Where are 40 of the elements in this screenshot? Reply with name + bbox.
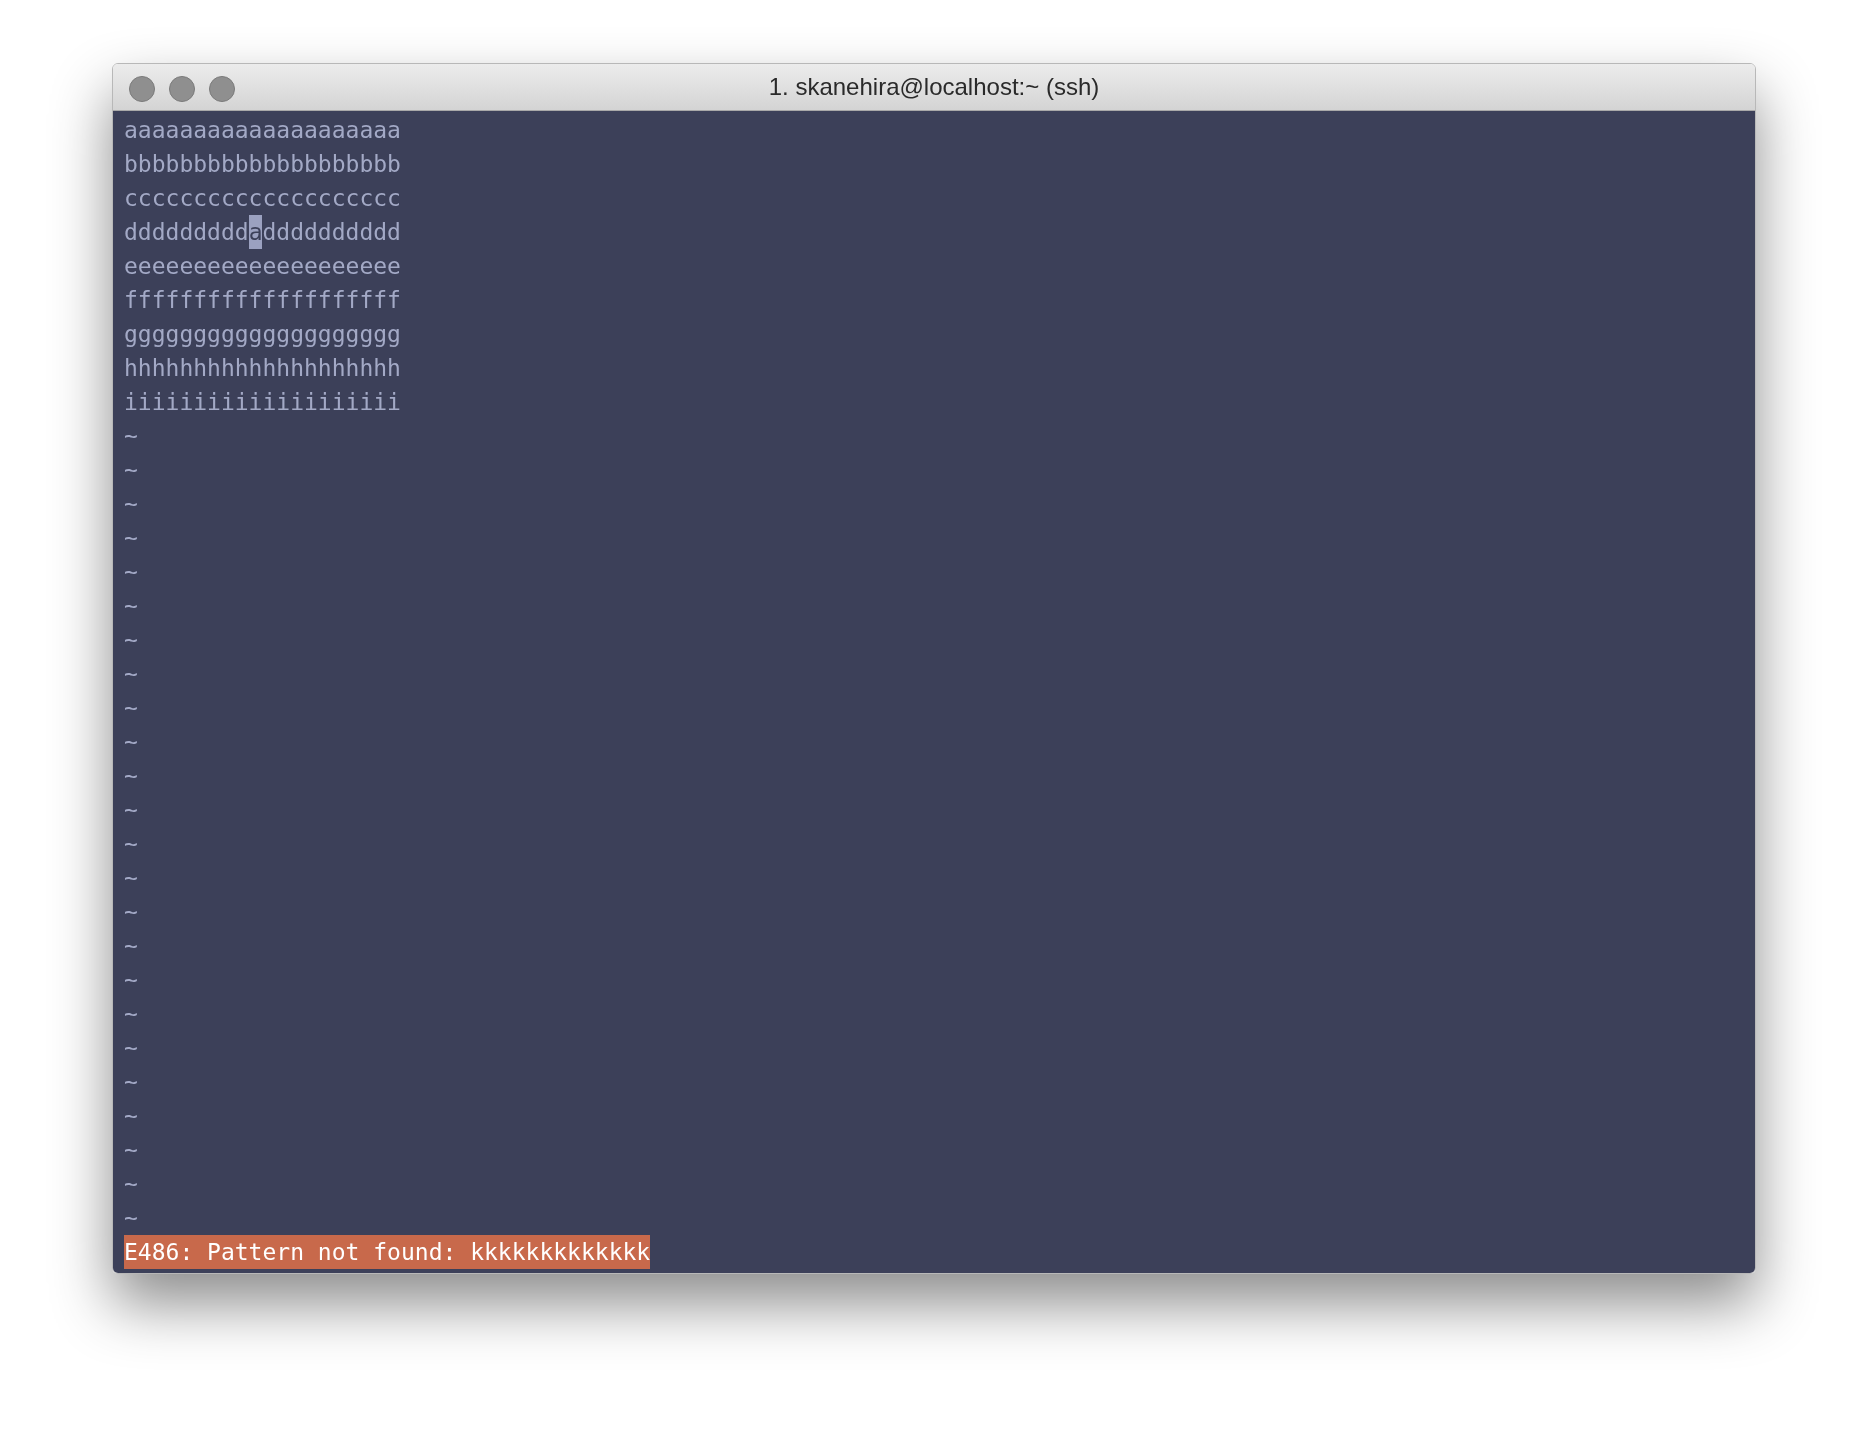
window-title: 1. skanehira@localhost:~ (ssh) [768, 72, 1100, 102]
text-line: eeeeeeeeeeeeeeeeeeee [124, 252, 401, 281]
empty-line-tilde: ~ [124, 626, 138, 655]
empty-line-tilde: ~ [124, 1068, 138, 1097]
line-text-after-cursor: dddddddddd [262, 218, 401, 247]
text-line: cccccccccccccccccccc [124, 184, 401, 213]
zoom-button[interactable] [209, 76, 235, 102]
empty-line-tilde: ~ [124, 592, 138, 621]
empty-line-tilde: ~ [124, 1000, 138, 1029]
empty-line-tilde: ~ [124, 524, 138, 553]
empty-line-tilde: ~ [124, 490, 138, 519]
empty-line-tilde: ~ [124, 1102, 138, 1131]
empty-line-tilde: ~ [124, 762, 138, 791]
empty-line-tilde: ~ [124, 660, 138, 689]
empty-line-tilde: ~ [124, 558, 138, 587]
empty-line-tilde: ~ [124, 796, 138, 825]
close-button[interactable] [129, 76, 155, 102]
text-line: aaaaaaaaaaaaaaaaaaaa [124, 116, 401, 145]
text-line: ffffffffffffffffffff [124, 286, 401, 315]
minimize-button[interactable] [169, 76, 195, 102]
empty-line-tilde: ~ [124, 1034, 138, 1063]
empty-line-tilde: ~ [124, 728, 138, 757]
text-line: bbbbbbbbbbbbbbbbbbbb [124, 150, 401, 179]
empty-line-tilde: ~ [124, 932, 138, 961]
empty-line-tilde: ~ [124, 966, 138, 995]
text-line: gggggggggggggggggggg [124, 320, 401, 349]
empty-line-tilde: ~ [124, 456, 138, 485]
error-message: E486: Pattern not found: kkkkkkkkkkkkk [124, 1235, 651, 1269]
empty-line-tilde: ~ [124, 694, 138, 723]
cursor: a [248, 215, 263, 249]
empty-line-tilde: ~ [124, 1136, 138, 1165]
empty-line-tilde: ~ [124, 1204, 138, 1233]
empty-line-tilde: ~ [124, 422, 138, 451]
empty-line-tilde: ~ [124, 830, 138, 859]
text-line: hhhhhhhhhhhhhhhhhhhh [124, 354, 401, 383]
empty-line-tilde: ~ [124, 898, 138, 927]
empty-line-tilde: ~ [124, 1170, 138, 1199]
empty-line-tilde: ~ [124, 864, 138, 893]
text-line: iiiiiiiiiiiiiiiiiiii [124, 388, 401, 417]
line-text-before-cursor: ddddddddd [124, 218, 249, 247]
